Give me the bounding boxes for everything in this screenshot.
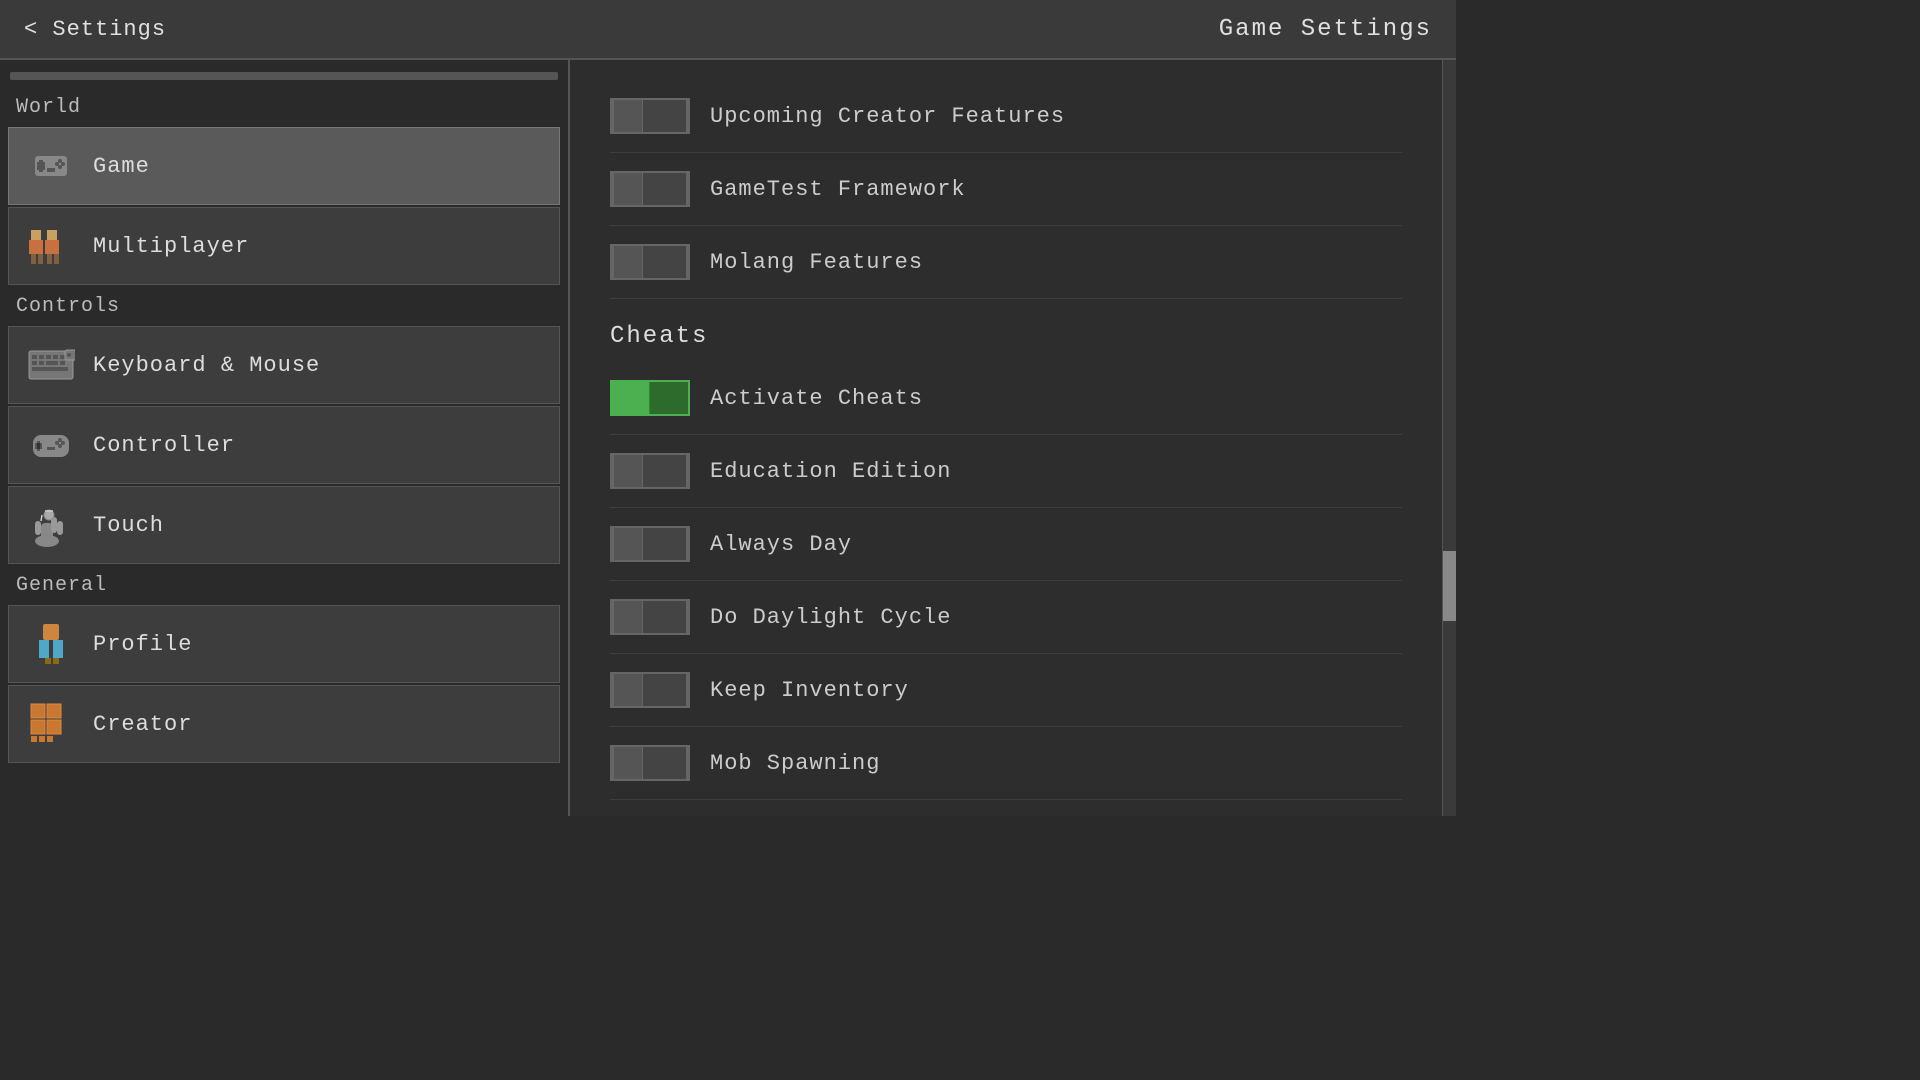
setting-upcoming-creator: Upcoming Creator Features [610,80,1402,153]
section-label-controls: Controls [0,287,568,324]
toggle-gametest-framework[interactable] [610,171,690,207]
setting-label-molang-features: Molang Features [710,250,1402,275]
sidebar: World Game [0,60,570,816]
scrollbar-thumb[interactable] [1443,551,1456,621]
setting-label-gametest-framework: GameTest Framework [710,177,1402,202]
cheats-section-header: Cheats [610,299,1402,362]
sidebar-item-game-label: Game [93,154,150,179]
sidebar-item-touch-label: Touch [93,513,164,538]
sidebar-item-controller-label: Controller [93,433,235,458]
main-layout: World Game [0,60,1456,816]
sidebar-scroll-indicator [10,72,558,80]
setting-education-edition: Education Edition [610,435,1402,508]
setting-molang-features: Molang Features [610,226,1402,299]
setting-gametest-framework: GameTest Framework [610,153,1402,226]
sidebar-item-multiplayer-label: Multiplayer [93,234,249,259]
section-label-world: World [0,88,568,125]
toggle-upcoming-creator[interactable] [610,98,690,134]
toggle-keep-inventory[interactable] [610,672,690,708]
setting-mob-spawning: Mob Spawning [610,727,1402,800]
sidebar-item-creator[interactable]: Creator [8,685,560,763]
setting-mob-griefing: Mob Griefing [610,800,1402,816]
sidebar-item-multiplayer[interactable]: Multiplayer [8,207,560,285]
toggle-do-daylight-cycle[interactable] [610,599,690,635]
setting-do-daylight-cycle: Do Daylight Cycle [610,581,1402,654]
touch-icon [25,499,77,551]
setting-label-upcoming-creator: Upcoming Creator Features [710,104,1402,129]
toggle-education-edition[interactable] [610,453,690,489]
toggle-always-day[interactable] [610,526,690,562]
setting-activate-cheats: Activate Cheats [610,362,1402,435]
setting-keep-inventory: Keep Inventory [610,654,1402,727]
controller-icon [25,419,77,471]
keyboard-icon [25,339,77,391]
game-icon [25,140,77,192]
header: < Settings Game Settings [0,0,1456,60]
setting-label-mob-spawning: Mob Spawning [710,751,1402,776]
toggle-molang-features[interactable] [610,244,690,280]
sidebar-item-controller[interactable]: Controller [8,406,560,484]
sidebar-item-game[interactable]: Game [8,127,560,205]
main-content: Upcoming Creator Features GameTest Frame… [570,60,1442,816]
toggle-mob-spawning[interactable] [610,745,690,781]
toggle-activate-cheats[interactable] [610,380,690,416]
sidebar-item-creator-label: Creator [93,712,192,737]
creator-icon [25,698,77,750]
setting-label-do-daylight-cycle: Do Daylight Cycle [710,605,1402,630]
setting-always-day: Always Day [610,508,1402,581]
sidebar-item-profile[interactable]: Profile [8,605,560,683]
profile-icon [25,618,77,670]
back-button[interactable]: < Settings [24,17,166,42]
page-title: Game Settings [1219,16,1432,43]
sidebar-item-touch[interactable]: Touch [8,486,560,564]
setting-label-keep-inventory: Keep Inventory [710,678,1402,703]
sidebar-item-keyboard-label: Keyboard & Mouse [93,353,320,378]
setting-label-always-day: Always Day [710,532,1402,557]
section-label-general: General [0,566,568,603]
sidebar-item-profile-label: Profile [93,632,192,657]
multiplayer-icon [25,220,77,272]
scrollbar-track [1442,60,1456,816]
setting-label-education-edition: Education Edition [710,459,1402,484]
setting-label-activate-cheats: Activate Cheats [710,386,1402,411]
sidebar-item-keyboard[interactable]: Keyboard & Mouse [8,326,560,404]
